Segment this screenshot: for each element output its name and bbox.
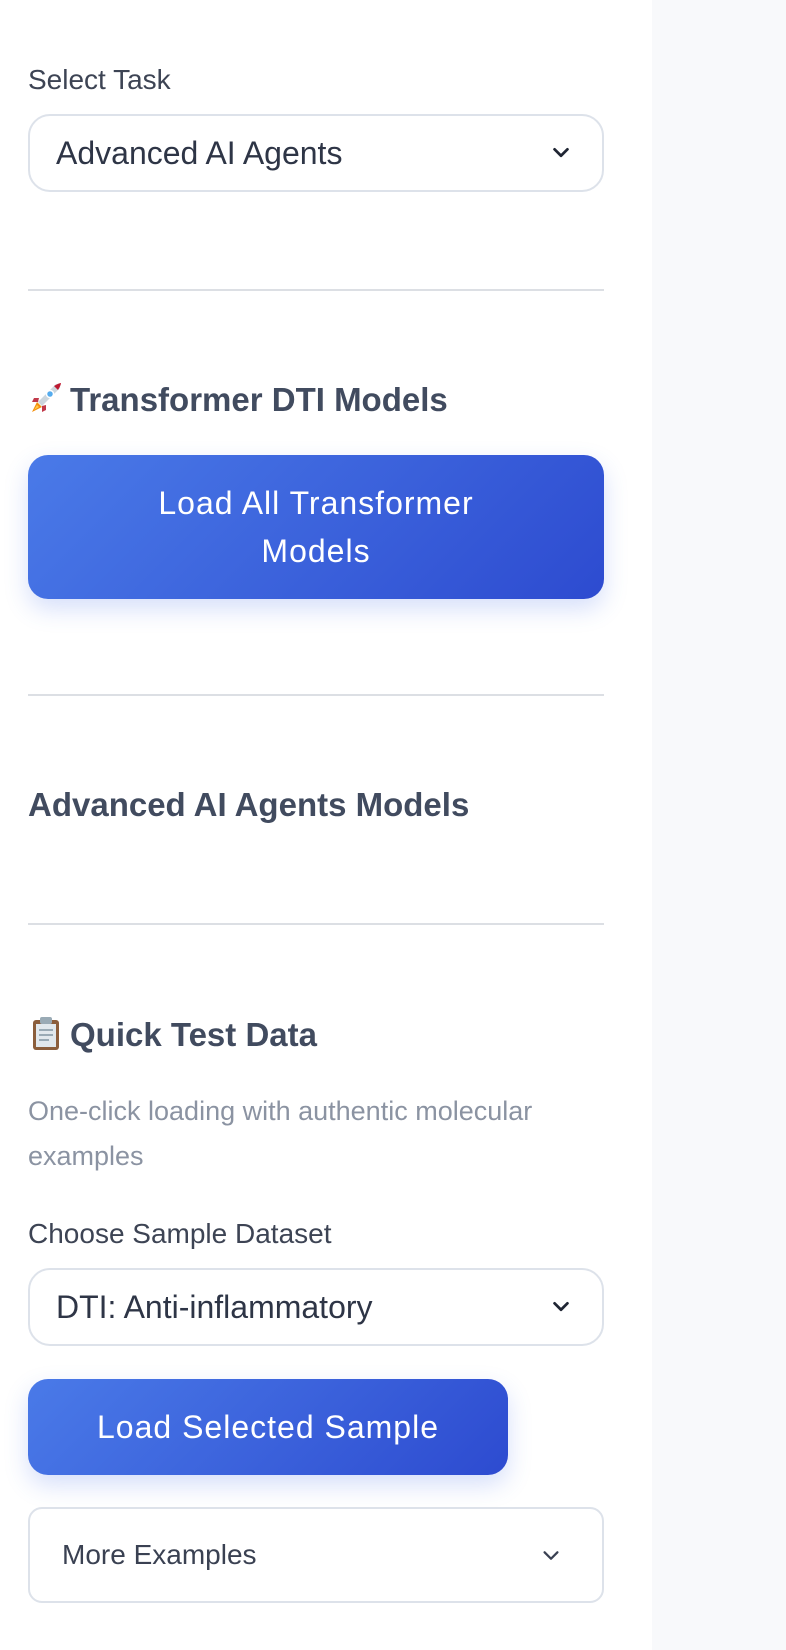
chevron-down-icon: [543, 1551, 559, 1560]
sidebar: Select Task Advanced AI Agents Transform…: [0, 0, 652, 1650]
quick-test-heading-text: Quick Test Data: [70, 1016, 317, 1053]
task-select[interactable]: Advanced AI Agents: [28, 114, 604, 192]
choose-sample-label: Choose Sample Dataset: [28, 1218, 332, 1249]
chevron-down-icon: [553, 147, 569, 158]
rocket-icon: [32, 383, 61, 412]
divider: [28, 289, 604, 291]
clipboard-icon: [33, 1017, 59, 1050]
quick-test-heading: Quick Test Data: [28, 1015, 317, 1054]
sample-dataset-select[interactable]: DTI: Anti-inflammatory: [28, 1268, 604, 1346]
sample-dataset-value: DTI: Anti-inflammatory: [56, 1289, 373, 1325]
load-all-transformer-line2: Models: [261, 533, 371, 569]
quick-test-description: One-click loading with authentic molecul…: [28, 1096, 533, 1171]
agents-heading: Advanced AI Agents Models: [28, 786, 470, 823]
more-examples-expander[interactable]: More Examples: [28, 1507, 604, 1603]
select-task-label: Select Task: [28, 64, 171, 95]
load-all-transformer-line1: Load All Transformer: [158, 485, 474, 521]
task-select-value: Advanced AI Agents: [56, 135, 343, 171]
chevron-down-icon: [553, 1301, 569, 1312]
main-content-area: [652, 0, 786, 1650]
load-all-transformer-models-button[interactable]: Load All Transformer Models: [28, 455, 604, 599]
transformer-heading-text: Transformer DTI Models: [70, 381, 448, 418]
divider: [28, 694, 604, 696]
transformer-heading: Transformer DTI Models: [28, 380, 448, 419]
divider: [28, 923, 604, 925]
more-examples-label: More Examples: [62, 1539, 257, 1570]
load-selected-sample-button[interactable]: Load Selected Sample: [28, 1379, 508, 1475]
